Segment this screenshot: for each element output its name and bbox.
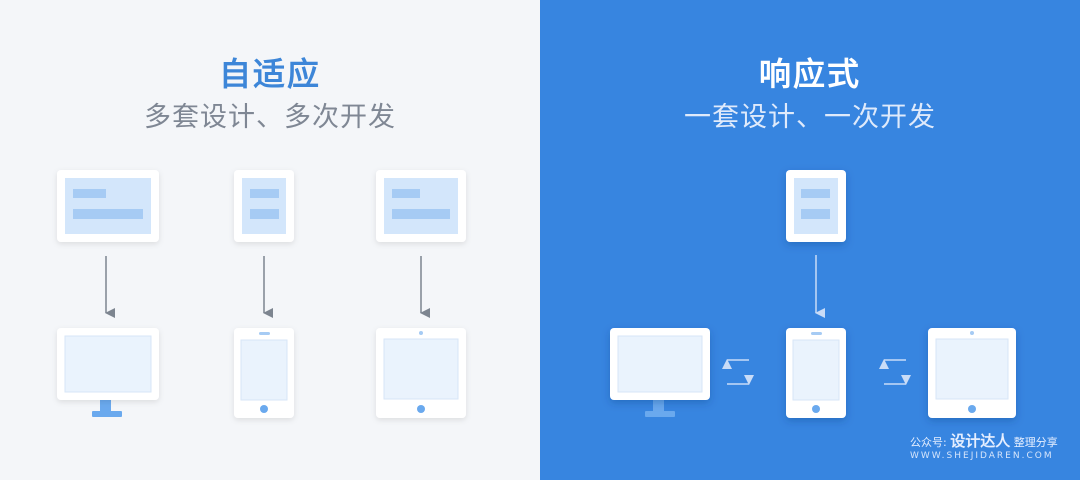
watermark-suffix: 整理分享 [1013,436,1058,449]
wireframe-tablet-layout [376,170,466,242]
wireframe-mobile-layout [234,170,294,242]
phone-icon [234,328,294,418]
watermark-prefix: 公众号: [910,436,947,449]
watermark: 公众号: 设计达人 整理分享 [910,430,1058,451]
watermark-url: WWW.SHEJIDAREN.COM [910,451,1054,461]
wireframe-desktop-layout [57,170,159,242]
monitor-icon [57,328,159,417]
tablet-icon [376,328,466,418]
monitor-icon [610,328,710,417]
wireframe-shared-layout [786,170,846,242]
watermark-name: 设计达人 [950,432,1011,450]
phone-icon [786,328,846,418]
devices-diagram [57,170,1016,418]
tablet-icon [928,328,1016,418]
